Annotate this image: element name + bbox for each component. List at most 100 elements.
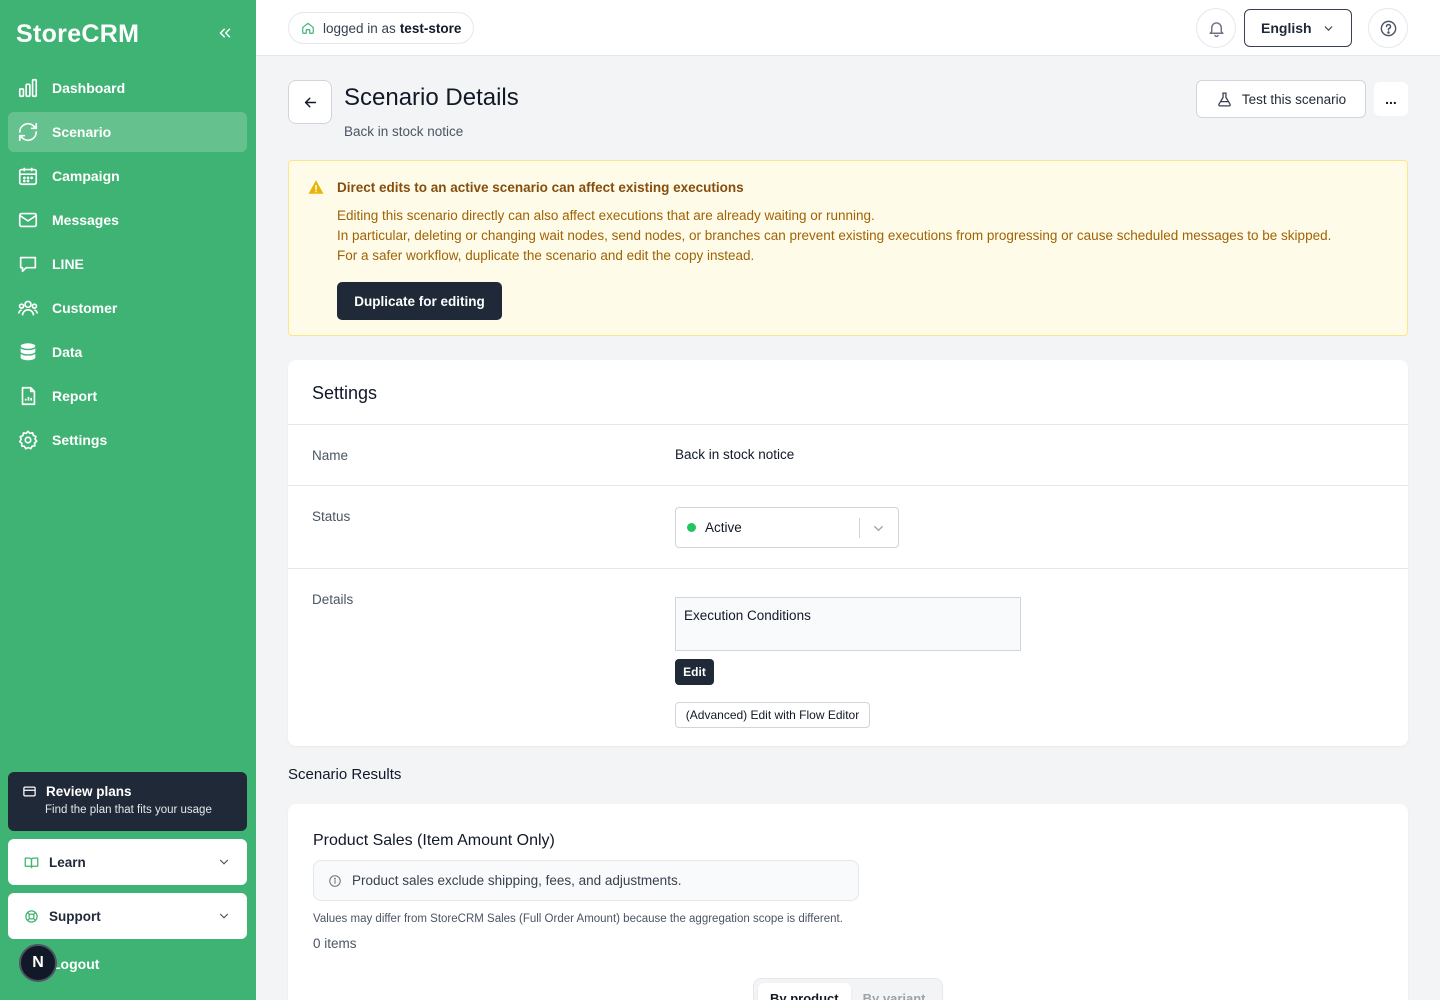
status-select[interactable]: Active: [675, 507, 899, 548]
sidebar-nav: Dashboard Scenario Campaign Messages LIN…: [8, 68, 247, 464]
chevron-down-icon: [219, 859, 229, 865]
warning-text: In particular, deleting or changing wait…: [337, 228, 1332, 243]
warning-text: For a safer workflow, duplicate the scen…: [337, 248, 755, 263]
results-tabs: By product By variant: [753, 978, 943, 1000]
page-title: Scenario Details: [344, 84, 519, 111]
settings-card: Settings Name Back in stock notice Statu…: [288, 360, 1408, 746]
test-scenario-label: Test this scenario: [1241, 91, 1347, 107]
chevron-down-icon: [874, 526, 883, 532]
edit-button[interactable]: Edit: [675, 659, 714, 685]
sidebar-item-label: Messages: [52, 212, 119, 228]
select-divider: [859, 518, 860, 538]
status-label: Status: [312, 509, 351, 524]
tab-by-variant[interactable]: By variant: [851, 983, 938, 1000]
learn-panel[interactable]: Learn: [8, 839, 247, 885]
file-chart-icon: [17, 385, 39, 407]
status-dot-icon: [687, 523, 696, 532]
sidebar-item-label: Data: [52, 344, 83, 360]
details-row: Details Execution Conditions Edit (Advan…: [288, 568, 1408, 746]
sidebar-item-line[interactable]: LINE: [8, 244, 247, 284]
login-prefix: logged in as: [323, 20, 396, 36]
sidebar-item-settings[interactable]: Settings: [8, 420, 247, 460]
name-value: Back in stock notice: [675, 447, 795, 462]
execution-conditions-box: Execution Conditions: [675, 597, 1021, 651]
review-plans-title: Review plans: [46, 784, 132, 799]
book-icon: [24, 857, 39, 868]
mail-icon: [17, 209, 39, 231]
review-plans-card[interactable]: Review plans Find the plan that fits you…: [8, 772, 247, 831]
back-button[interactable]: [288, 80, 332, 124]
warning-text: Editing this scenario directly can also …: [337, 208, 875, 223]
bell-icon: [1208, 21, 1224, 37]
product-sales-card: Product Sales (Item Amount Only) Product…: [288, 804, 1408, 1000]
sidebar-item-report[interactable]: Report: [8, 376, 247, 416]
item-count: 0 items: [313, 936, 357, 951]
results-title: Scenario Results: [288, 766, 402, 783]
sidebar-item-campaign[interactable]: Campaign: [8, 156, 247, 196]
calendar-icon: [17, 165, 39, 187]
login-status: logged in as test-store: [288, 12, 475, 44]
sidebar-item-customer[interactable]: Customer: [8, 288, 247, 328]
chat-icon: [17, 253, 39, 275]
sidebar-item-label: Campaign: [52, 168, 120, 184]
learn-label: Learn: [49, 854, 86, 870]
sidebar-item-messages[interactable]: Messages: [8, 200, 247, 240]
warning-title: Direct edits to an active scenario can a…: [337, 180, 744, 195]
sales-note: Values may differ from StoreCRM Sales (F…: [313, 913, 843, 925]
flow-editor-button[interactable]: (Advanced) Edit with Flow Editor: [675, 702, 870, 728]
name-row: Name Back in stock notice: [288, 424, 1408, 485]
collapse-sidebar-icon[interactable]: [216, 24, 234, 42]
refresh-icon: [17, 121, 39, 143]
credit-card-icon: [23, 786, 36, 797]
sidebar-item-dashboard[interactable]: Dashboard: [8, 68, 247, 108]
users-icon: [17, 297, 39, 319]
active-scenario-warning: Direct edits to an active scenario can a…: [288, 160, 1408, 336]
avatar[interactable]: N: [19, 944, 57, 982]
language-select[interactable]: English: [1244, 9, 1352, 47]
info-icon: [329, 874, 341, 887]
logout-link[interactable]: Logout: [52, 956, 99, 972]
test-scenario-button[interactable]: Test this scenario: [1196, 80, 1366, 118]
help-button[interactable]: [1368, 8, 1408, 48]
store-name: test-store: [399, 20, 462, 36]
status-row: Status Active: [288, 485, 1408, 568]
sidebar-item-label: Scenario: [52, 124, 112, 140]
sidebar-item-data[interactable]: Data: [8, 332, 247, 372]
top-bar: logged in as test-store English: [256, 0, 1440, 56]
brand-logo: StoreCRM: [16, 20, 140, 48]
chevron-down-icon: [219, 913, 229, 919]
home-icon: [302, 22, 314, 34]
tab-by-product[interactable]: By product: [758, 983, 851, 1000]
settings-title: Settings: [312, 383, 378, 403]
bar-chart-icon: [17, 77, 39, 99]
lifebuoy-icon: [25, 909, 38, 923]
sidebar-item-label: LINE: [52, 256, 84, 272]
sidebar: StoreCRM Dashboard Scenario Campaign Mes…: [0, 0, 256, 1000]
product-sales-title: Product Sales (Item Amount Only): [313, 832, 555, 849]
name-label: Name: [312, 448, 349, 463]
sidebar-item-label: Settings: [52, 432, 108, 448]
details-label: Details: [312, 592, 354, 607]
flask-icon: [1217, 91, 1231, 107]
more-options-button[interactable]: ...: [1374, 82, 1408, 116]
info-box: Product sales exclude shipping, fees, an…: [313, 860, 859, 901]
review-plans-subtitle: Find the plan that fits your usage: [45, 804, 212, 816]
support-panel[interactable]: Support: [8, 893, 247, 939]
sidebar-item-label: Customer: [52, 300, 118, 316]
gear-icon: [17, 429, 39, 451]
sidebar-item-scenario[interactable]: Scenario: [8, 112, 247, 152]
notifications-button[interactable]: [1196, 8, 1236, 48]
info-text: Product sales exclude shipping, fees, an…: [352, 873, 682, 888]
support-label: Support: [49, 908, 101, 924]
page-subtitle: Back in stock notice: [344, 124, 464, 139]
duplicate-for-editing-button[interactable]: Duplicate for editing: [337, 282, 502, 320]
status-value: Active: [705, 520, 742, 535]
arrow-left-icon: [304, 97, 316, 107]
chevron-down-icon: [1324, 25, 1333, 31]
sidebar-item-label: Report: [52, 388, 98, 404]
language-value: English: [1261, 20, 1312, 36]
warning-icon: [308, 180, 324, 194]
help-icon: [1380, 20, 1396, 36]
sidebar-item-label: Dashboard: [52, 80, 126, 96]
database-icon: [17, 341, 39, 363]
